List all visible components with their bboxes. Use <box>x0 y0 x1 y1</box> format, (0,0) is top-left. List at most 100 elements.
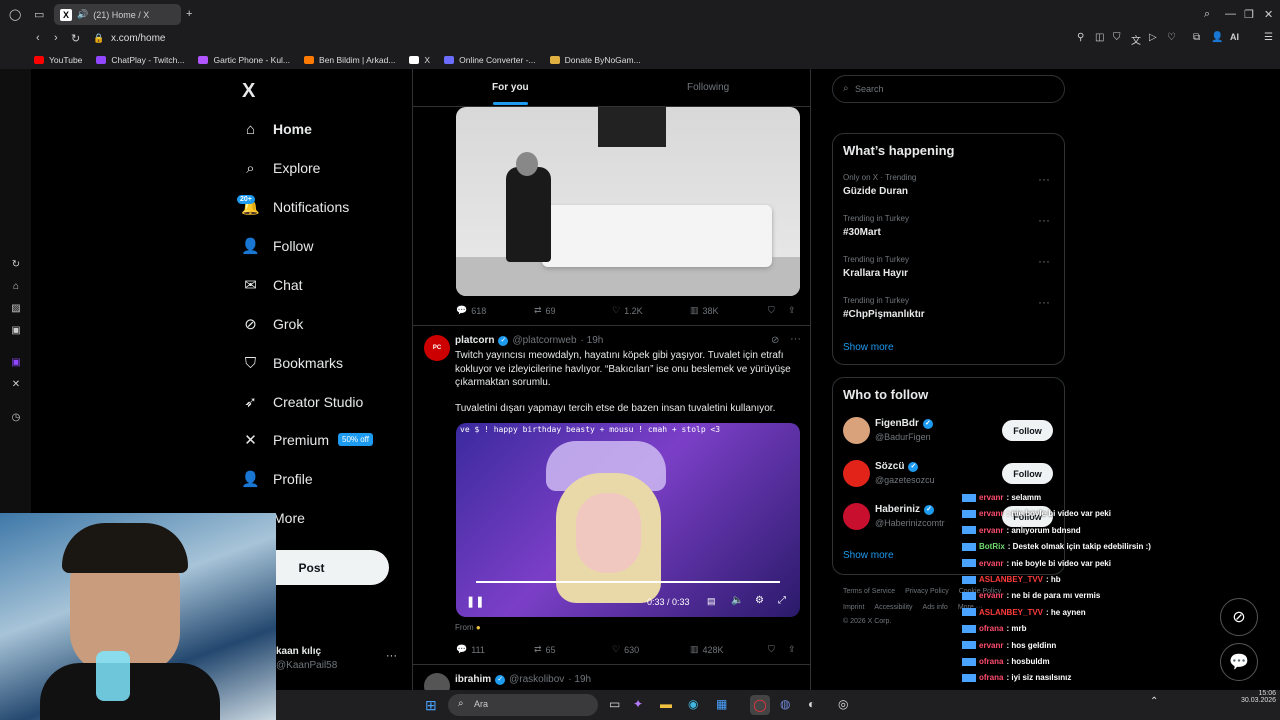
tab-for-you[interactable]: For you <box>492 82 529 93</box>
footer-link[interactable]: Accessibility <box>874 604 912 611</box>
settings-icon[interactable]: ⚙ <box>755 595 764 606</box>
reload-icon[interactable]: ↻ <box>71 32 80 45</box>
messages-float-icon[interactable]: 💬 <box>1220 643 1258 681</box>
shield-icon[interactable]: ⛉ <box>1113 32 1121 43</box>
post-video[interactable]: ve $ ! happy birthday beasty + mousu ! c… <box>456 423 800 617</box>
close-window-icon[interactable]: ✕ <box>1264 8 1273 21</box>
trend-more-icon[interactable]: ··· <box>1038 172 1050 186</box>
repost-button[interactable]: ⇄ 69 <box>534 305 556 316</box>
bookmark-item[interactable]: Gartic Phone - Kul... <box>198 55 290 65</box>
nav-item-explore[interactable]: ⌕ Explore <box>242 156 320 180</box>
repost-button[interactable]: ⇄ 65 <box>534 644 556 655</box>
trend-title[interactable]: Krallara Hayır <box>843 268 908 279</box>
tab-menu-icon[interactable]: ▭ <box>34 8 44 21</box>
opera-logo-icon[interactable]: ◯ <box>9 8 21 21</box>
post2-author[interactable]: platcorn <box>455 335 494 346</box>
show-more-trends[interactable]: Show more <box>843 342 894 353</box>
nav-item-follow[interactable]: 👤 Follow <box>241 234 313 258</box>
follow-name[interactable]: Haberiniz ✓ <box>875 504 935 515</box>
copilot-icon[interactable]: ✦ <box>633 697 643 711</box>
footer-link[interactable]: Privacy Policy <box>905 588 949 595</box>
tab-following[interactable]: Following <box>687 82 729 93</box>
follow-avatar[interactable] <box>843 460 870 487</box>
bookmark-item[interactable]: Online Converter -... <box>444 55 536 65</box>
trend-more-icon[interactable]: ··· <box>1038 254 1050 268</box>
nav-item-creator-studio[interactable]: ➶ Creator Studio <box>242 390 363 414</box>
follow-name[interactable]: Sözcü ✓ <box>875 461 919 472</box>
grok-float-icon[interactable]: ⊘ <box>1220 598 1258 636</box>
footer-link[interactable]: Ads info <box>923 604 948 611</box>
video-progress-bar[interactable] <box>476 581 780 583</box>
post3-time[interactable]: · 19h <box>568 674 591 685</box>
like-button[interactable]: ♡ 1.2K <box>612 305 643 316</box>
forward-icon[interactable]: › <box>54 32 58 44</box>
twitch-icon[interactable]: ▣ <box>10 357 22 369</box>
clock[interactable]: 15:06 30.03.2026 <box>1241 690 1276 704</box>
menu-icon[interactable]: ☰ <box>1264 32 1273 43</box>
grok-post-icon[interactable]: ⊘ <box>771 335 779 346</box>
search-tabs-icon[interactable]: ⌕ <box>1204 8 1210 21</box>
nav-item-notifications[interactable]: 🔔 Notifications <box>241 195 349 219</box>
pin-icon[interactable]: ⚲ <box>1077 32 1084 43</box>
bookmark-post-icon[interactable]: ⛉ <box>768 305 775 316</box>
discord-icon[interactable]: ◍ <box>780 697 790 711</box>
follow-button[interactable]: Follow <box>1002 420 1053 441</box>
follow-name[interactable]: FigenBdr ✓ <box>875 418 933 429</box>
trend-title[interactable]: #30Mart <box>843 227 881 238</box>
share-icon[interactable]: ⇪ <box>788 305 796 316</box>
opera-taskbar-icon[interactable]: ◯ <box>750 695 770 715</box>
fullscreen-icon[interactable]: ⤢ <box>778 595 786 606</box>
app-icon[interactable]: ◎ <box>838 697 848 711</box>
post-image[interactable] <box>456 107 800 296</box>
nav-item-profile[interactable]: 👤 Profile <box>241 467 313 491</box>
post2-more-icon[interactable]: ··· <box>790 333 801 345</box>
bookmark-post-icon[interactable]: ⛉ <box>768 644 775 655</box>
trend-title[interactable]: Güzide Duran <box>843 186 908 197</box>
views-button[interactable]: ▥ 38K <box>690 305 719 316</box>
post2-time[interactable]: · 19h <box>581 335 604 346</box>
like-button[interactable]: ♡ 630 <box>612 644 639 655</box>
search-input[interactable]: Search <box>855 84 884 94</box>
taskbar-search[interactable]: ⌕ Ara <box>448 694 598 716</box>
nav-item-home[interactable]: ⌂ Home <box>242 117 312 141</box>
volume-icon[interactable]: 🔈 <box>731 595 743 606</box>
new-tab-icon[interactable]: + <box>186 8 192 20</box>
bookmark-item[interactable]: Donate ByNoGam... <box>549 55 641 65</box>
trend-title[interactable]: #ChpPişmanlıktır <box>843 309 925 320</box>
search-box[interactable]: ⌕ Search <box>832 75 1065 103</box>
post2-handle[interactable]: @platcornweb <box>512 335 576 346</box>
x-sidebar-icon[interactable]: ✕ <box>10 379 22 391</box>
captions-icon[interactable]: ▤ <box>707 596 716 607</box>
minimize-icon[interactable]: — <box>1225 8 1236 20</box>
translate-icon[interactable]: 文 <box>1131 32 1141 47</box>
show-more-follow[interactable]: Show more <box>843 550 894 561</box>
aria-ai-icon[interactable]: AI <box>1230 32 1239 42</box>
url-field[interactable]: x.com/home <box>111 33 165 44</box>
history-icon[interactable]: ↻ <box>10 259 22 271</box>
footer-link[interactable]: Imprint <box>843 604 864 611</box>
nav-item-premium[interactable]: ✕ Premium <box>242 428 329 452</box>
player-icon[interactable]: ▷ <box>1149 32 1157 43</box>
reply-button[interactable]: 💬 618 <box>456 305 486 316</box>
crypto-icon[interactable]: ⌂ <box>10 281 22 293</box>
source-avatar-icon[interactable]: ● <box>476 623 481 632</box>
nav-item-chat[interactable]: ✉ Chat <box>242 273 302 297</box>
windows-start-icon[interactable]: ⊞ <box>425 697 437 714</box>
bookmark-item[interactable]: X <box>409 55 430 65</box>
bookmark-item[interactable]: Ben Bildim | Arkad... <box>304 55 395 65</box>
nav-item-bookmarks[interactable]: ⛉ Bookmarks <box>242 351 343 375</box>
share-icon[interactable]: ⇪ <box>788 644 796 655</box>
messenger-icon[interactable]: ▣ <box>10 325 22 337</box>
nav-item-grok[interactable]: ⊘ Grok <box>242 312 303 336</box>
trend-more-icon[interactable]: ··· <box>1038 295 1050 309</box>
account-name[interactable]: kaan kılıç <box>276 646 321 657</box>
footer-link[interactable]: Terms of Service <box>843 588 895 595</box>
tab-x-home[interactable]: X 🔊 (21) Home / X <box>54 4 181 25</box>
taskbar-search-input[interactable]: Ara <box>474 699 488 709</box>
platcorn-avatar[interactable]: PC <box>424 335 450 361</box>
store-icon[interactable]: ▦ <box>716 697 727 711</box>
snapshot-icon[interactable]: ◫ <box>1095 32 1104 43</box>
follow-avatar[interactable] <box>843 503 870 530</box>
clock-icon[interactable]: ◷ <box>10 412 22 424</box>
reply-button[interactable]: 💬 111 <box>456 644 485 655</box>
